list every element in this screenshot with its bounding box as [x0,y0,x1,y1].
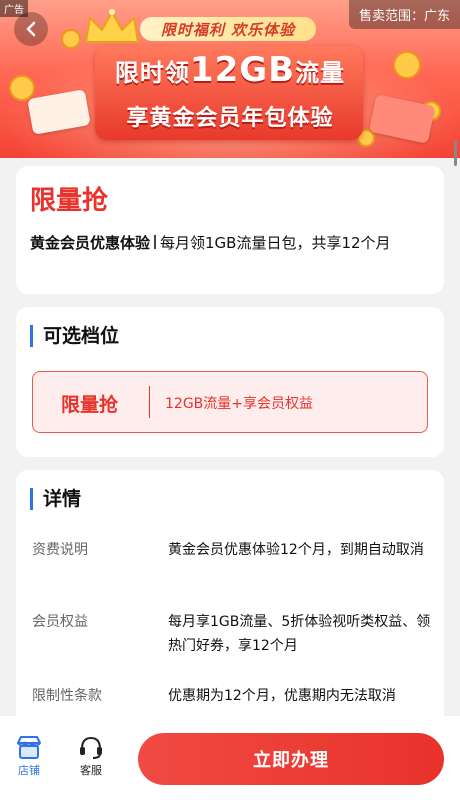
separator [149,386,150,418]
bottom-action-bar: 店铺 客服 立即办理 [0,716,460,800]
back-button[interactable] [14,12,48,46]
option-name: 限量抢 [61,394,119,416]
package-description: 黄金会员优惠体验 每月领1GB流量日包，共享12个月 [30,228,430,258]
separator [154,235,157,249]
detail-value: 优惠期为12个月，优惠期内无法取消 [168,688,396,704]
crown-icon [84,9,140,43]
option-limited[interactable]: 限量抢 12GB流量+享会员权益 [32,371,428,433]
hero-suffix: 流量 [295,59,346,87]
customer-service-button[interactable]: 客服 [66,734,116,778]
promo-banner: 限时福利 欢乐体验 限时领12GB流量 享黄金会员年包体验 广告 售卖范围：广东 [0,0,460,158]
hero-prefix: 限时领 [114,59,190,87]
package-title: 限量抢 [30,186,109,216]
options-card: 可选档位 限量抢 12GB流量+享会员权益 [16,307,444,457]
detail-value: 黄金会员优惠体验12个月，到期自动取消 [168,542,424,558]
option-desc: 12GB流量+享会员权益 [165,396,313,412]
hero-amount: 12GB [189,50,296,90]
store-nav-button[interactable]: 店铺 [4,734,54,778]
detail-label: 资费说明 [32,542,88,558]
coin-icon [61,29,81,49]
sales-region: 售卖范围：广东 [348,0,460,29]
chevron-left-icon [26,21,36,37]
detail-value: 每月享1GB流量、5折体验视听类权益、领热门好券，享12个月 [168,614,431,654]
hero-headline: 限时领12GB流量 [0,50,460,90]
promo-pill: 限时福利 欢乐体验 [140,17,316,41]
package-detail: 每月领1GB流量日包，共享12个月 [160,234,391,252]
detail-label: 会员权益 [32,614,88,630]
store-icon [17,736,41,759]
service-label: 客服 [80,764,102,777]
scrollbar[interactable] [454,140,457,166]
store-label: 店铺 [18,764,40,777]
package-name: 黄金会员优惠体验 [30,234,151,252]
headset-icon [80,736,102,759]
apply-now-button[interactable]: 立即办理 [138,733,444,785]
detail-label: 限制性条款 [32,688,102,704]
hero-subheadline: 享黄金会员年包体验 [126,106,334,131]
details-section-title: 详情 [30,488,81,510]
details-card: 详情 资费说明 黄金会员优惠体验12个月，到期自动取消 会员权益 每月享1GB流… [16,470,444,730]
options-section-title: 可选档位 [30,325,119,347]
package-card: 限量抢 黄金会员优惠体验 每月领1GB流量日包，共享12个月 [16,166,444,294]
